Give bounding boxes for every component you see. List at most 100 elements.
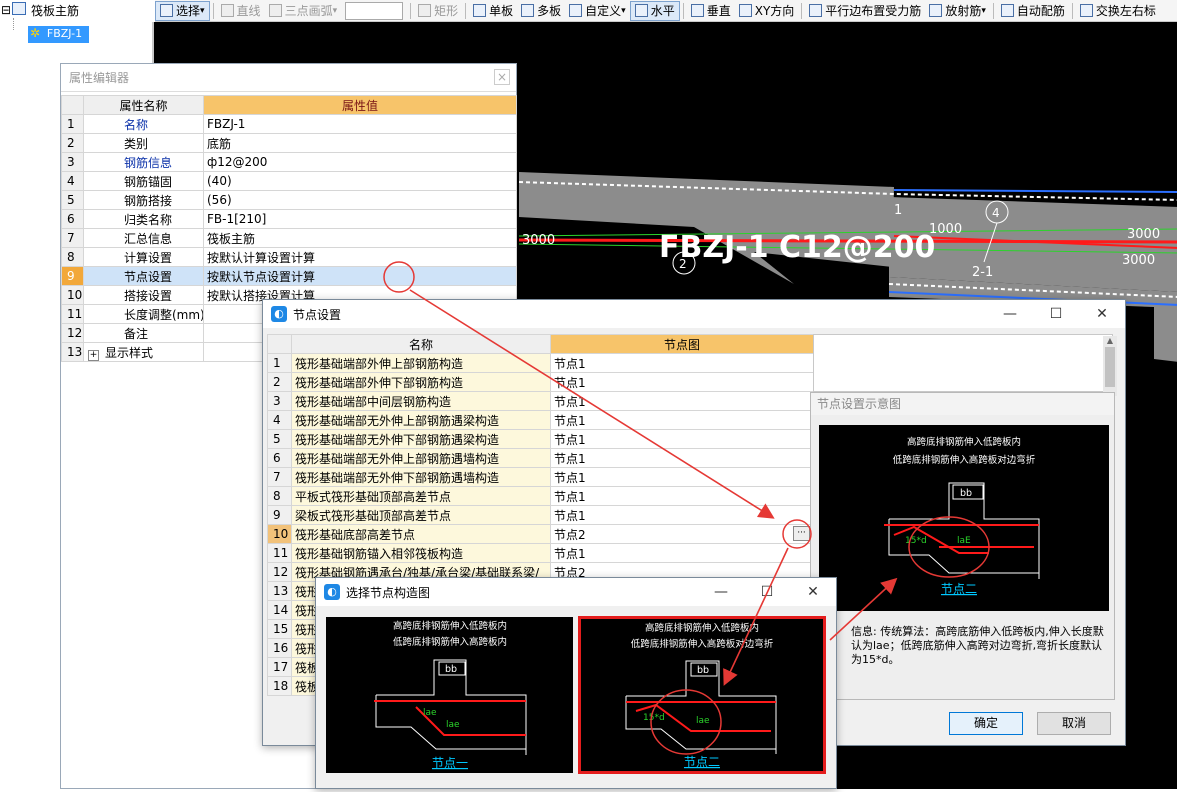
dropdown-arrow-icon[interactable]: ▾ — [621, 6, 626, 16]
row-number[interactable]: 8 — [267, 486, 292, 506]
property-name-cell[interactable]: 备注 — [83, 323, 204, 343]
dropdown-arrow-icon[interactable]: ▾ — [333, 6, 338, 16]
close-icon[interactable]: ✕ — [790, 578, 836, 606]
property-row[interactable]: 3 钢筋信息 ф12@200 — [61, 152, 517, 172]
row-number[interactable]: 7 — [61, 228, 84, 248]
row-number[interactable]: 10 — [61, 285, 84, 305]
scroll-thumb[interactable] — [1105, 347, 1115, 387]
row-number[interactable]: 4 — [61, 171, 84, 191]
row-number[interactable]: 17 — [267, 657, 292, 677]
expand-icon[interactable]: + — [88, 349, 99, 361]
node-figure-cell[interactable]: 节点1 — [550, 505, 814, 525]
minimize-icon[interactable]: — — [987, 300, 1033, 328]
property-row[interactable]: 4 钢筋锚固 (40) — [61, 171, 517, 191]
minimize-icon[interactable]: — — [698, 578, 744, 606]
row-number[interactable]: 16 — [267, 638, 292, 658]
row-number[interactable]: 10 — [267, 524, 292, 544]
property-name-cell[interactable]: 名称 — [83, 114, 204, 134]
row-number[interactable]: 15 — [267, 619, 292, 639]
row-number[interactable]: 12 — [267, 562, 292, 582]
dropdown-arrow-icon[interactable]: ▾ — [200, 6, 205, 16]
property-name-cell[interactable]: 汇总信息 — [83, 228, 204, 248]
node-row[interactable]: 5 筏形基础端部无外伸下部钢筋遇梁构造 节点1 — [267, 429, 814, 449]
property-value-cell[interactable]: FB-1[210] — [203, 209, 517, 229]
tree-expand-icon[interactable]: ⊟ — [1, 3, 11, 17]
ellipsis-button[interactable]: ··· — [793, 526, 810, 541]
scroll-up-icon[interactable]: ▲ — [1103, 336, 1117, 345]
property-name-cell[interactable]: + 显示样式 — [83, 342, 204, 362]
toolbar-btn-rectangle[interactable]: 矩形 — [414, 1, 462, 21]
cancel-button[interactable]: 取消 — [1037, 712, 1111, 735]
node-figure-cell[interactable]: 节点1 — [550, 543, 814, 563]
row-number[interactable]: 11 — [267, 543, 292, 563]
row-number[interactable]: 3 — [61, 152, 84, 172]
property-value-cell[interactable]: 按默认计算设置计算 — [203, 247, 517, 267]
node-figure-cell[interactable]: 节点2 ··· — [550, 524, 814, 544]
maximize-icon[interactable]: ☐ — [1033, 300, 1079, 328]
node-row[interactable]: 2 筏形基础端部外伸下部钢筋构造 节点1 — [267, 372, 814, 392]
property-row[interactable]: 1 名称 FBZJ-1 — [61, 114, 517, 134]
node-row[interactable]: 6 筏形基础端部无外伸上部钢筋遇墙构造 节点1 — [267, 448, 814, 468]
property-value-cell[interactable]: FBZJ-1 — [203, 114, 517, 134]
node-option-2-selected[interactable]: 高跨底排钢筋伸入低跨板内 低跨底排钢筋伸入高跨板对边弯折 bb 15*d lae… — [578, 616, 826, 774]
ok-button[interactable]: 确定 — [949, 712, 1023, 735]
node-figure-cell[interactable]: 节点1 — [550, 391, 814, 411]
node-row[interactable]: 8 平板式筏形基础顶部高差节点 节点1 — [267, 486, 814, 506]
node-figure-cell[interactable]: 节点1 — [550, 353, 814, 373]
dropdown-arrow-icon[interactable]: ▾ — [981, 6, 986, 16]
row-number[interactable]: 4 — [267, 410, 292, 430]
property-name-cell[interactable]: 钢筋搭接 — [83, 190, 204, 210]
node-row[interactable]: 4 筏形基础端部无外伸上部钢筋遇梁构造 节点1 — [267, 410, 814, 430]
toolbar-btn-xy-direction[interactable]: XY方向 — [735, 1, 799, 21]
toolbar-btn-radial[interactable]: 放射筋 ▾ — [925, 1, 990, 21]
row-number[interactable]: 11 — [61, 304, 84, 324]
property-name-cell[interactable]: 归类名称 — [83, 209, 204, 229]
row-number[interactable]: 18 — [267, 676, 292, 696]
row-number[interactable]: 12 — [61, 323, 84, 343]
toolbar-btn-vertical[interactable]: 垂直 — [687, 1, 735, 21]
property-name-cell[interactable]: 节点设置 — [83, 266, 204, 286]
property-row[interactable]: 9 节点设置 按默认节点设置计算 — [61, 266, 517, 286]
row-number[interactable]: 14 — [267, 600, 292, 620]
node-figure-cell[interactable]: 节点1 — [550, 448, 814, 468]
scrollbar[interactable]: ▲ — [1103, 336, 1117, 396]
property-value-cell[interactable]: 筏板主筋 — [203, 228, 517, 248]
property-name-cell[interactable]: 搭接设置 — [83, 285, 204, 305]
toolbar-btn-parallel-edge[interactable]: 平行边布置受力筋 — [805, 1, 925, 21]
node-figure-cell[interactable]: 节点1 — [550, 467, 814, 487]
node-row[interactable]: 9 梁板式筏形基础顶部高差节点 节点1 — [267, 505, 814, 525]
property-name-cell[interactable]: 长度调整(mm) — [83, 304, 204, 324]
property-value-cell[interactable]: (56) — [203, 190, 517, 210]
row-number[interactable]: 13 — [267, 581, 292, 601]
toolbar-btn-cursor[interactable]: 选择 ▾ — [155, 0, 210, 21]
property-name-cell[interactable]: 类别 — [83, 133, 204, 153]
property-row[interactable]: 8 计算设置 按默认计算设置计算 — [61, 247, 517, 267]
property-name-cell[interactable]: 钢筋信息 — [83, 152, 204, 172]
row-number[interactable]: 2 — [61, 133, 84, 153]
property-name-cell[interactable]: 计算设置 — [83, 247, 204, 267]
property-row[interactable]: 6 归类名称 FB-1[210] — [61, 209, 517, 229]
tree-root-label[interactable]: 筏板主筋 — [31, 2, 79, 19]
toolbar-btn-horizontal[interactable]: 水平 — [629, 0, 680, 21]
row-number[interactable]: 5 — [267, 429, 292, 449]
toolbar-btn-auto-rebar[interactable]: 自动配筋 — [997, 1, 1069, 21]
toolbar-btn-multi-slab[interactable]: 多板 — [517, 1, 565, 21]
toolbar-btn-custom[interactable]: 自定义 ▾ — [565, 1, 630, 21]
row-number[interactable]: 13 — [61, 342, 84, 362]
row-number[interactable]: 6 — [267, 448, 292, 468]
maximize-icon[interactable]: ☐ — [744, 578, 790, 606]
property-row[interactable]: 7 汇总信息 筏板主筋 — [61, 228, 517, 248]
property-value-cell[interactable]: ф12@200 — [203, 152, 517, 172]
node-figure-cell[interactable]: 节点1 — [550, 372, 814, 392]
row-number[interactable]: 1 — [267, 353, 292, 373]
row-number[interactable]: 2 — [267, 372, 292, 392]
toolbar-btn-swap[interactable]: 交换左右标 — [1076, 1, 1160, 21]
close-icon[interactable]: × — [494, 69, 510, 85]
property-row[interactable]: 2 类别 底筋 — [61, 133, 517, 153]
property-value-cell[interactable]: (40) — [203, 171, 517, 191]
property-row[interactable]: 5 钢筋搭接 (56) — [61, 190, 517, 210]
node-row[interactable]: 10 筏形基础底部高差节点 节点2 ··· — [267, 524, 814, 544]
toolbar-btn-single-slab[interactable]: 单板 — [469, 1, 517, 21]
node-figure-cell[interactable]: 节点1 — [550, 429, 814, 449]
row-number[interactable]: 9 — [61, 266, 84, 286]
